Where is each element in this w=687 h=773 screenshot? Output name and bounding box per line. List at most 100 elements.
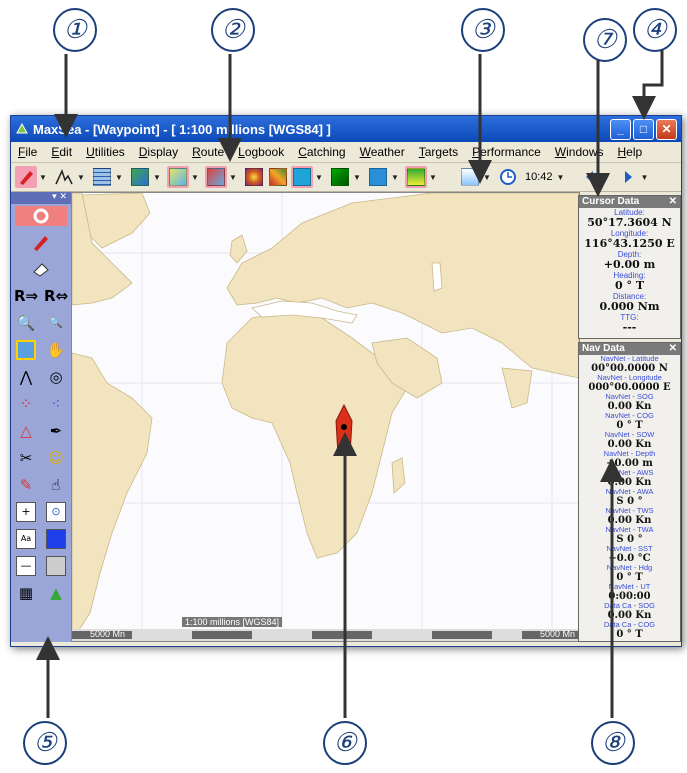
- profile-button[interactable]: [53, 166, 75, 188]
- cursor-field-value: ---: [622, 321, 637, 334]
- eraser-icon[interactable]: [30, 258, 52, 280]
- world-map: [72, 193, 579, 634]
- targets-icon: [407, 168, 425, 186]
- pan-hand-icon[interactable]: ✋: [45, 339, 67, 361]
- contour-button[interactable]: [243, 166, 265, 188]
- cursor-data-header[interactable]: Cursor Data ✕: [579, 196, 680, 208]
- menu-edit[interactable]: Edit: [44, 145, 79, 159]
- maxsea-window: MaxSea - [Waypoint] - [ 1:100 millions […: [10, 115, 682, 647]
- dropdown-arrow-icon[interactable]: ▼: [153, 173, 161, 182]
- dropdown-arrow-icon[interactable]: ▼: [429, 173, 437, 182]
- face-icon[interactable]: ☺: [45, 447, 67, 469]
- overlay-icon: [207, 168, 225, 186]
- cursor-field-value: 116°43.1250 E: [584, 237, 675, 250]
- dropdown-arrow-icon[interactable]: ▼: [115, 173, 123, 182]
- cursor-field-value: 0 ° T: [615, 279, 644, 292]
- scale-left-label: 5000 Mn: [90, 629, 126, 639]
- dropdown-arrow-icon[interactable]: ▼: [641, 173, 649, 182]
- bathymetry-icon: [269, 168, 287, 186]
- red-pencil-icon[interactable]: [30, 231, 52, 253]
- map-select-icon[interactable]: [15, 339, 37, 361]
- dropdown-arrow-icon[interactable]: ▼: [353, 173, 361, 182]
- maximize-button[interactable]: □: [633, 118, 654, 140]
- menu-weather[interactable]: Weather: [353, 145, 412, 159]
- minimize-button[interactable]: _: [610, 118, 631, 140]
- radar-button[interactable]: [329, 166, 351, 188]
- target-icon[interactable]: ⊙: [46, 501, 66, 522]
- menu-route[interactable]: Route: [185, 145, 231, 159]
- route-end-icon[interactable]: R⇔: [44, 285, 68, 307]
- plus-icon[interactable]: +: [16, 501, 36, 522]
- color-fill-icon[interactable]: [46, 528, 66, 549]
- pencil-tool-button[interactable]: [15, 166, 37, 188]
- tool-row: ⁘ ⁖: [11, 390, 71, 417]
- dropdown-arrow-icon[interactable]: ▼: [229, 173, 237, 182]
- nav-field-label: Data Ca - SOG: [604, 601, 655, 610]
- track-button[interactable]: [367, 166, 389, 188]
- bathymetry-button[interactable]: [267, 166, 289, 188]
- grid-layout-icon[interactable]: ▦: [15, 582, 37, 604]
- grid-button[interactable]: [91, 166, 113, 188]
- performance-button[interactable]: [459, 166, 481, 188]
- overlay-2-button[interactable]: [205, 166, 227, 188]
- ring-icon[interactable]: ◎: [45, 366, 67, 388]
- nav-field-label: NavNet - AWA: [605, 487, 654, 496]
- check-icon: [293, 168, 311, 186]
- landscape-icon[interactable]: ▲: [45, 582, 67, 604]
- pen-icon[interactable]: ✒: [45, 420, 67, 442]
- forward-button[interactable]: [617, 166, 639, 188]
- menu-catching[interactable]: Catching: [291, 145, 352, 159]
- clock-icon: [500, 169, 516, 185]
- route-start-icon[interactable]: R⇒: [14, 285, 38, 307]
- overlay-1-button[interactable]: [167, 166, 189, 188]
- menu-logbook[interactable]: Logbook: [231, 145, 291, 159]
- route-check-button[interactable]: [291, 166, 313, 188]
- dropdown-arrow-icon[interactable]: ▼: [77, 173, 85, 182]
- gray-fill-icon[interactable]: [46, 555, 66, 576]
- dropdown-arrow-icon[interactable]: ▼: [315, 173, 323, 182]
- chart-map[interactable]: 5000 Mn 1:100 millions [WGS84] 5000 Mn: [71, 192, 580, 642]
- waypoints-icon[interactable]: ⁘: [15, 393, 37, 415]
- scissors-icon[interactable]: ✂: [15, 447, 37, 469]
- dropdown-arrow-icon[interactable]: ▼: [391, 173, 399, 182]
- clock-button[interactable]: [497, 166, 519, 188]
- compass-divider-icon[interactable]: ⋀: [15, 366, 37, 388]
- close-icon[interactable]: ✕: [669, 343, 677, 355]
- scale-bar: 5000 Mn 1:100 millions [WGS84] 5000 Mn: [72, 617, 579, 641]
- back-button[interactable]: [579, 166, 601, 188]
- left-toolbar-header[interactable]: ▾ ✕: [11, 192, 71, 204]
- dropdown-arrow-icon[interactable]: ▼: [557, 173, 565, 182]
- close-button[interactable]: ✕: [656, 118, 677, 140]
- zoom-in-icon[interactable]: 🔍: [15, 312, 37, 334]
- text-tool-icon[interactable]: Aa: [16, 528, 36, 549]
- menu-file[interactable]: File: [11, 145, 44, 159]
- lifebuoy-icon[interactable]: [30, 205, 52, 227]
- menu-performance[interactable]: Performance: [465, 145, 548, 159]
- nav-data-panel: Nav Data ✕ NavNet - Latitude 00°00.0000 NN…: [578, 342, 681, 642]
- nav-field-label: NavNet - TWS: [605, 506, 654, 515]
- chart-layer-button[interactable]: [129, 166, 151, 188]
- menu-display[interactable]: Display: [132, 145, 185, 159]
- tool-row: Aa: [11, 525, 71, 552]
- scale-right-label: 5000 Mn: [539, 629, 575, 639]
- line-style-icon[interactable]: —: [16, 555, 36, 576]
- close-icon[interactable]: ✕: [669, 196, 677, 208]
- targets-button[interactable]: [405, 166, 427, 188]
- pointer-hand-icon[interactable]: ☝: [45, 474, 67, 496]
- tool-row: —: [11, 552, 71, 579]
- dropdown-arrow-icon[interactable]: ▼: [483, 173, 491, 182]
- triangle-route-icon[interactable]: △: [15, 420, 37, 442]
- menu-targets[interactable]: Targets: [412, 145, 465, 159]
- callout-6: ⑥: [320, 715, 370, 765]
- marker-icon[interactable]: ✎: [15, 474, 37, 496]
- menu-windows[interactable]: Windows: [548, 145, 611, 159]
- dropdown-arrow-icon[interactable]: ▼: [191, 173, 199, 182]
- dropdown-arrow-icon[interactable]: ▼: [39, 173, 47, 182]
- cursor-field-value: 50°17.3604 N: [587, 216, 672, 229]
- dropdown-arrow-icon[interactable]: ▼: [603, 173, 611, 182]
- waypoint-link-icon[interactable]: ⁖: [45, 393, 67, 415]
- title-bar[interactable]: MaxSea - [Waypoint] - [ 1:100 millions […: [11, 116, 681, 142]
- menu-utilities[interactable]: Utilities: [79, 145, 132, 159]
- menu-help[interactable]: Help: [610, 145, 649, 159]
- zoom-out-icon[interactable]: 🔍: [45, 312, 67, 334]
